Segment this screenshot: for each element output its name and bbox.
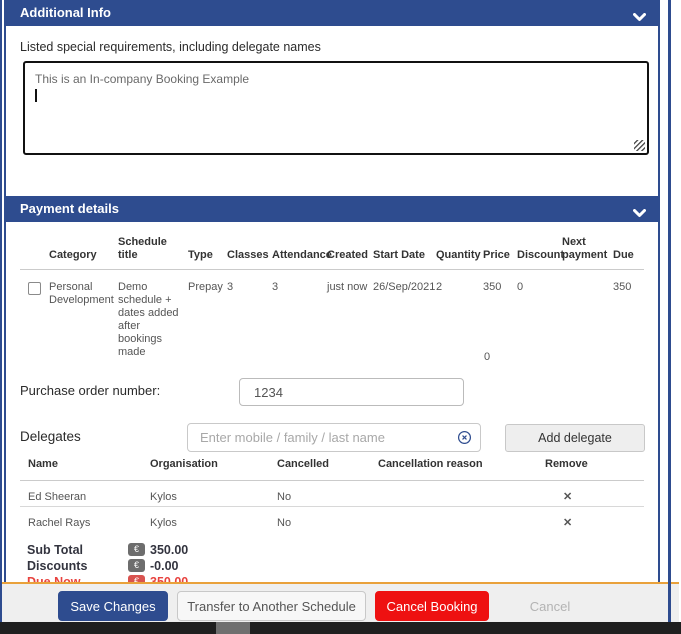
horizontal-scrollbar-track[interactable] xyxy=(0,622,681,634)
modal-border-left xyxy=(0,0,2,622)
resize-handle-icon[interactable] xyxy=(634,140,645,151)
purchase-order-label: Purchase order number: xyxy=(20,383,160,398)
delegate-row: Ed Sheeran Kylos No ✕ xyxy=(20,481,644,507)
cell-schedule-title: Demo schedule + dates added after bookin… xyxy=(118,270,188,360)
payment-total-zero: 0 xyxy=(484,351,490,363)
col-category: Category xyxy=(49,236,118,270)
textarea-text: This is an In-company Booking Example xyxy=(35,71,637,87)
col-classes: Classes xyxy=(227,236,272,270)
col-organisation: Organisation xyxy=(150,458,277,481)
purchase-order-input[interactable] xyxy=(239,378,464,406)
delegate-row: Rachel Rays Kylos No ✕ xyxy=(20,507,644,533)
col-cancellation-reason: Cancellation reason xyxy=(378,458,545,481)
add-delegate-button[interactable]: Add delegate xyxy=(505,424,645,452)
delegate-search xyxy=(187,423,481,452)
modal-footer: Save Changes Transfer to Another Schedul… xyxy=(2,582,679,622)
cell-next-payment xyxy=(562,270,613,360)
remove-delegate-icon[interactable]: ✕ xyxy=(545,481,644,507)
col-due: Due xyxy=(613,236,644,270)
cell-cancelled: No xyxy=(277,507,378,533)
subtotal-value: 350.00 xyxy=(150,543,188,557)
text-cursor xyxy=(35,89,37,102)
col-cancelled: Cancelled xyxy=(277,458,378,481)
payment-table-row: Personal Development Demo schedule + dat… xyxy=(20,270,644,360)
col-discount: Discount xyxy=(517,236,562,270)
booking-edit-modal: Additional Info Listed special requireme… xyxy=(0,0,681,634)
discounts-label: Discounts xyxy=(27,559,122,573)
payment-details-title: Payment details xyxy=(20,196,119,222)
cell-organisation: Kylos xyxy=(150,481,277,507)
cell-start-date: 26/Sep/2021 xyxy=(373,270,436,360)
payment-details-header[interactable]: Payment details xyxy=(6,196,658,222)
additional-info-header[interactable]: Additional Info xyxy=(6,0,658,26)
chevron-down-icon[interactable] xyxy=(633,205,646,223)
delegates-table-header-row: Name Organisation Cancelled Cancellation… xyxy=(20,458,644,481)
payment-table-header-row: Category Schedule title Type Classes Att… xyxy=(20,236,644,270)
col-type: Type xyxy=(188,236,227,270)
cell-cancellation-reason xyxy=(378,507,545,533)
checkbox-column-header xyxy=(20,236,49,270)
cancel-button: Cancel xyxy=(508,591,592,621)
cell-category: Personal Development xyxy=(49,270,118,360)
due-now-value: 350.00 xyxy=(150,575,188,582)
col-price: Price xyxy=(483,236,517,270)
delegate-search-input[interactable] xyxy=(187,423,481,452)
col-quantity: Quantity xyxy=(436,236,483,270)
cell-name: Ed Sheeran xyxy=(20,481,150,507)
cell-discount: 0 xyxy=(517,270,562,360)
payment-row-checkbox[interactable] xyxy=(28,282,41,295)
cell-due: 350 xyxy=(613,270,644,360)
cell-classes: 3 xyxy=(227,270,272,360)
currency-badge: € xyxy=(128,575,145,582)
col-created: Created xyxy=(327,236,373,270)
horizontal-scrollbar-thumb[interactable] xyxy=(216,622,250,634)
save-changes-button[interactable]: Save Changes xyxy=(58,591,168,621)
remove-delegate-icon[interactable]: ✕ xyxy=(545,507,644,533)
cell-price: 350 xyxy=(483,270,517,360)
col-start-date: Start Date xyxy=(373,236,436,270)
cell-name: Rachel Rays xyxy=(20,507,150,533)
modal-border-right xyxy=(668,0,671,622)
col-name: Name xyxy=(20,458,150,481)
cell-type: Prepay xyxy=(188,270,227,360)
delegates-heading: Delegates xyxy=(20,429,81,444)
cell-quantity: 2 xyxy=(436,270,483,360)
discounts-value: -0.00 xyxy=(150,559,179,573)
cell-attendance: 3 xyxy=(272,270,327,360)
payment-table: Category Schedule title Type Classes Att… xyxy=(20,236,644,359)
transfer-schedule-button[interactable]: Transfer to Another Schedule xyxy=(177,591,366,621)
additional-info-title: Additional Info xyxy=(20,0,111,26)
cancel-booking-button[interactable]: Cancel Booking xyxy=(375,591,489,621)
currency-badge: € xyxy=(128,543,145,556)
cell-organisation: Kylos xyxy=(150,507,277,533)
special-requirements-label: Listed special requirements, including d… xyxy=(20,40,321,54)
currency-badge: € xyxy=(128,559,145,572)
subtotal-label: Sub Total xyxy=(27,543,122,557)
col-remove: Remove xyxy=(545,458,644,481)
special-requirements-textarea[interactable]: This is an In-company Booking Example xyxy=(23,61,649,155)
due-now-label: Due Now xyxy=(27,575,122,582)
cell-cancellation-reason xyxy=(378,481,545,507)
col-schedule-title: Schedule title xyxy=(118,236,188,270)
cell-created: just now xyxy=(327,270,373,360)
modal-body: Additional Info Listed special requireme… xyxy=(4,0,660,582)
chevron-down-icon[interactable] xyxy=(633,9,646,27)
delegates-table: Name Organisation Cancelled Cancellation… xyxy=(20,458,644,532)
col-attendance: Attendance xyxy=(272,236,327,270)
clear-search-icon[interactable] xyxy=(457,430,472,450)
cell-cancelled: No xyxy=(277,481,378,507)
col-next-payment: Next payment xyxy=(562,236,613,270)
